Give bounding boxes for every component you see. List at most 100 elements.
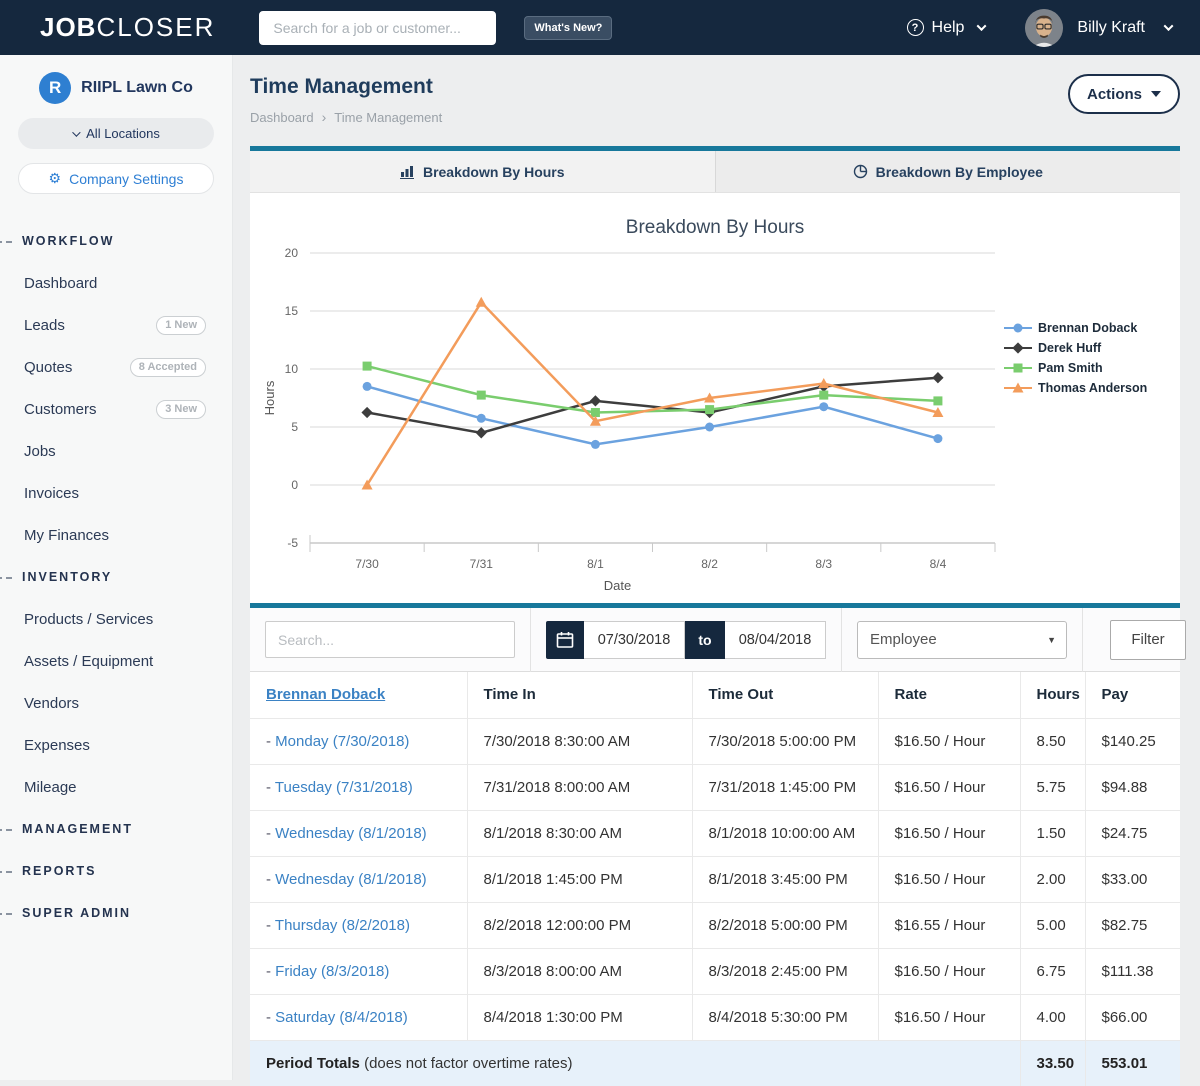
tab-breakdown-by-employee[interactable]: Breakdown By Employee bbox=[715, 151, 1181, 192]
time-in-cell: 8/4/2018 1:30:00 PM bbox=[467, 994, 692, 1040]
company-settings-label: Company Settings bbox=[69, 171, 183, 187]
day-link[interactable]: Monday (7/30/2018) bbox=[275, 733, 409, 750]
svg-text:-5: -5 bbox=[287, 536, 298, 550]
sidebar-item-invoices[interactable]: Invoices bbox=[0, 472, 232, 514]
employee-name-header[interactable]: Brennan Doback bbox=[250, 672, 467, 718]
company-avatar: R bbox=[39, 72, 71, 104]
sidebar-sections: WORKFLOWDashboardLeads1 NewQuotes8 Accep… bbox=[0, 220, 232, 934]
locations-dropdown[interactable]: All Locations bbox=[18, 118, 214, 149]
time-in-cell: 8/2/2018 12:00:00 PM bbox=[467, 902, 692, 948]
day-link[interactable]: Thursday (8/2/2018) bbox=[275, 917, 410, 934]
rate-cell: $16.50 / Hour bbox=[878, 948, 1020, 994]
sidebar-item-quotes[interactable]: Quotes8 Accepted bbox=[0, 346, 232, 388]
day-cell[interactable]: - Tuesday (7/31/2018) bbox=[250, 764, 467, 810]
rate-cell: $16.50 / Hour bbox=[878, 856, 1020, 902]
total-pay: 553.01 bbox=[1085, 1040, 1180, 1086]
help-menu[interactable]: ? Help bbox=[907, 19, 986, 37]
sidebar-item-my-finances[interactable]: My Finances bbox=[0, 514, 232, 556]
filter-bar: to Employee ▼ Filter bbox=[250, 608, 1180, 672]
sidebar-item-assets-equipment[interactable]: Assets / Equipment bbox=[0, 640, 232, 682]
logo-light: CLOSER bbox=[96, 12, 215, 42]
day-cell[interactable]: - Wednesday (8/1/2018) bbox=[250, 810, 467, 856]
employee-select-group: Employee ▼ bbox=[842, 608, 1083, 672]
breadcrumb-current: Time Management bbox=[334, 110, 442, 125]
day-cell[interactable]: - Monday (7/30/2018) bbox=[250, 718, 467, 764]
employee-select[interactable]: Employee ▼ bbox=[857, 621, 1067, 659]
caret-down-icon: ▼ bbox=[1047, 635, 1056, 645]
dash-icon bbox=[0, 577, 12, 579]
sidebar-section-header: WORKFLOW bbox=[0, 220, 232, 262]
user-menu[interactable]: Billy Kraft bbox=[1077, 19, 1145, 37]
rate-cell: $16.50 / Hour bbox=[878, 810, 1020, 856]
main-content: Time Management Dashboard › Time Managem… bbox=[233, 55, 1200, 1080]
legend-item: Derek Huff bbox=[1004, 341, 1172, 355]
tab-bar: Breakdown By Hours Breakdown By Employee bbox=[250, 151, 1180, 193]
legend-item: Brennan Doback bbox=[1004, 321, 1172, 335]
sidebar-section-header: REPORTS bbox=[0, 850, 232, 892]
legend-marker-icon bbox=[1004, 322, 1032, 334]
sidebar-item-expenses[interactable]: Expenses bbox=[0, 724, 232, 766]
global-search-input[interactable] bbox=[259, 11, 496, 45]
time-in-cell: 8/3/2018 8:00:00 AM bbox=[467, 948, 692, 994]
date-to-label: to bbox=[685, 621, 725, 659]
help-icon: ? bbox=[907, 19, 924, 36]
table-search-input[interactable] bbox=[265, 621, 515, 658]
sidebar-item-leads[interactable]: Leads1 New bbox=[0, 304, 232, 346]
column-header: Time In bbox=[467, 672, 692, 718]
dash-icon bbox=[0, 829, 12, 831]
hours-chart-panel: Breakdown By Hours 20151050-57/307/318/1… bbox=[250, 193, 1180, 603]
sidebar-item-customers[interactable]: Customers3 New bbox=[0, 388, 232, 430]
pay-cell: $111.38 bbox=[1085, 948, 1180, 994]
sidebar-item-vendors[interactable]: Vendors bbox=[0, 682, 232, 724]
table-row: - Friday (8/3/2018)8/3/2018 8:00:00 AM8/… bbox=[250, 948, 1180, 994]
actions-label: Actions bbox=[1087, 86, 1142, 103]
day-cell[interactable]: - Thursday (8/2/2018) bbox=[250, 902, 467, 948]
hours-chart-svg: 20151050-57/307/318/18/28/38/4HoursDate bbox=[260, 243, 1008, 593]
filter-button[interactable]: Filter bbox=[1110, 620, 1186, 660]
rate-cell: $16.50 / Hour bbox=[878, 718, 1020, 764]
breadcrumb-dashboard[interactable]: Dashboard bbox=[250, 110, 314, 125]
avatar[interactable] bbox=[1025, 9, 1063, 47]
app-logo: JOBCLOSER bbox=[40, 12, 215, 43]
table-row: - Wednesday (8/1/2018)8/1/2018 8:30:00 A… bbox=[250, 810, 1180, 856]
company-header: R RIIPL Lawn Co bbox=[0, 72, 232, 104]
calendar-button[interactable] bbox=[546, 621, 584, 659]
sidebar-item-dashboard[interactable]: Dashboard bbox=[0, 262, 232, 304]
sidebar-item-mileage[interactable]: Mileage bbox=[0, 766, 232, 808]
chevron-down-icon bbox=[977, 21, 987, 31]
day-link[interactable]: Wednesday (8/1/2018) bbox=[275, 825, 427, 842]
dash-icon bbox=[0, 871, 12, 873]
whats-new-button[interactable]: What's New? bbox=[524, 16, 612, 40]
day-link[interactable]: Tuesday (7/31/2018) bbox=[275, 779, 413, 796]
time-in-cell: 8/1/2018 8:30:00 AM bbox=[467, 810, 692, 856]
status-badge: 1 New bbox=[156, 316, 206, 335]
tab-breakdown-by-hours[interactable]: Breakdown By Hours bbox=[250, 151, 715, 192]
day-cell[interactable]: - Saturday (8/4/2018) bbox=[250, 994, 467, 1040]
day-link[interactable]: Friday (8/3/2018) bbox=[275, 963, 389, 980]
company-name: RIIPL Lawn Co bbox=[81, 79, 193, 97]
sidebar-section-header: MANAGEMENT bbox=[0, 808, 232, 850]
svg-text:8/3: 8/3 bbox=[815, 557, 832, 571]
period-totals-label: Period Totals (does not factor overtime … bbox=[250, 1040, 1020, 1086]
day-cell[interactable]: - Friday (8/3/2018) bbox=[250, 948, 467, 994]
time-in-cell: 7/31/2018 8:00:00 AM bbox=[467, 764, 692, 810]
employee-select-value: Employee bbox=[870, 631, 937, 648]
time-out-cell: 8/4/2018 5:30:00 PM bbox=[692, 994, 878, 1040]
day-cell[interactable]: - Wednesday (8/1/2018) bbox=[250, 856, 467, 902]
actions-button[interactable]: Actions bbox=[1068, 74, 1180, 114]
date-from-input[interactable] bbox=[584, 621, 685, 659]
company-settings-button[interactable]: ⚙ Company Settings bbox=[18, 163, 214, 194]
total-hours: 33.50 bbox=[1020, 1040, 1085, 1086]
date-to-input[interactable] bbox=[725, 621, 826, 659]
legend-marker-icon bbox=[1004, 362, 1032, 374]
sidebar-item-products-services[interactable]: Products / Services bbox=[0, 598, 232, 640]
page-header: Time Management Dashboard › Time Managem… bbox=[233, 55, 1200, 146]
column-header: Rate bbox=[878, 672, 1020, 718]
table-row: - Saturday (8/4/2018)8/4/2018 1:30:00 PM… bbox=[250, 994, 1180, 1040]
pay-cell: $82.75 bbox=[1085, 902, 1180, 948]
table-row: - Thursday (8/2/2018)8/2/2018 12:00:00 P… bbox=[250, 902, 1180, 948]
day-link[interactable]: Saturday (8/4/2018) bbox=[275, 1009, 408, 1026]
sidebar-item-jobs[interactable]: Jobs bbox=[0, 430, 232, 472]
day-link[interactable]: Wednesday (8/1/2018) bbox=[275, 871, 427, 888]
svg-text:7/31: 7/31 bbox=[470, 557, 494, 571]
